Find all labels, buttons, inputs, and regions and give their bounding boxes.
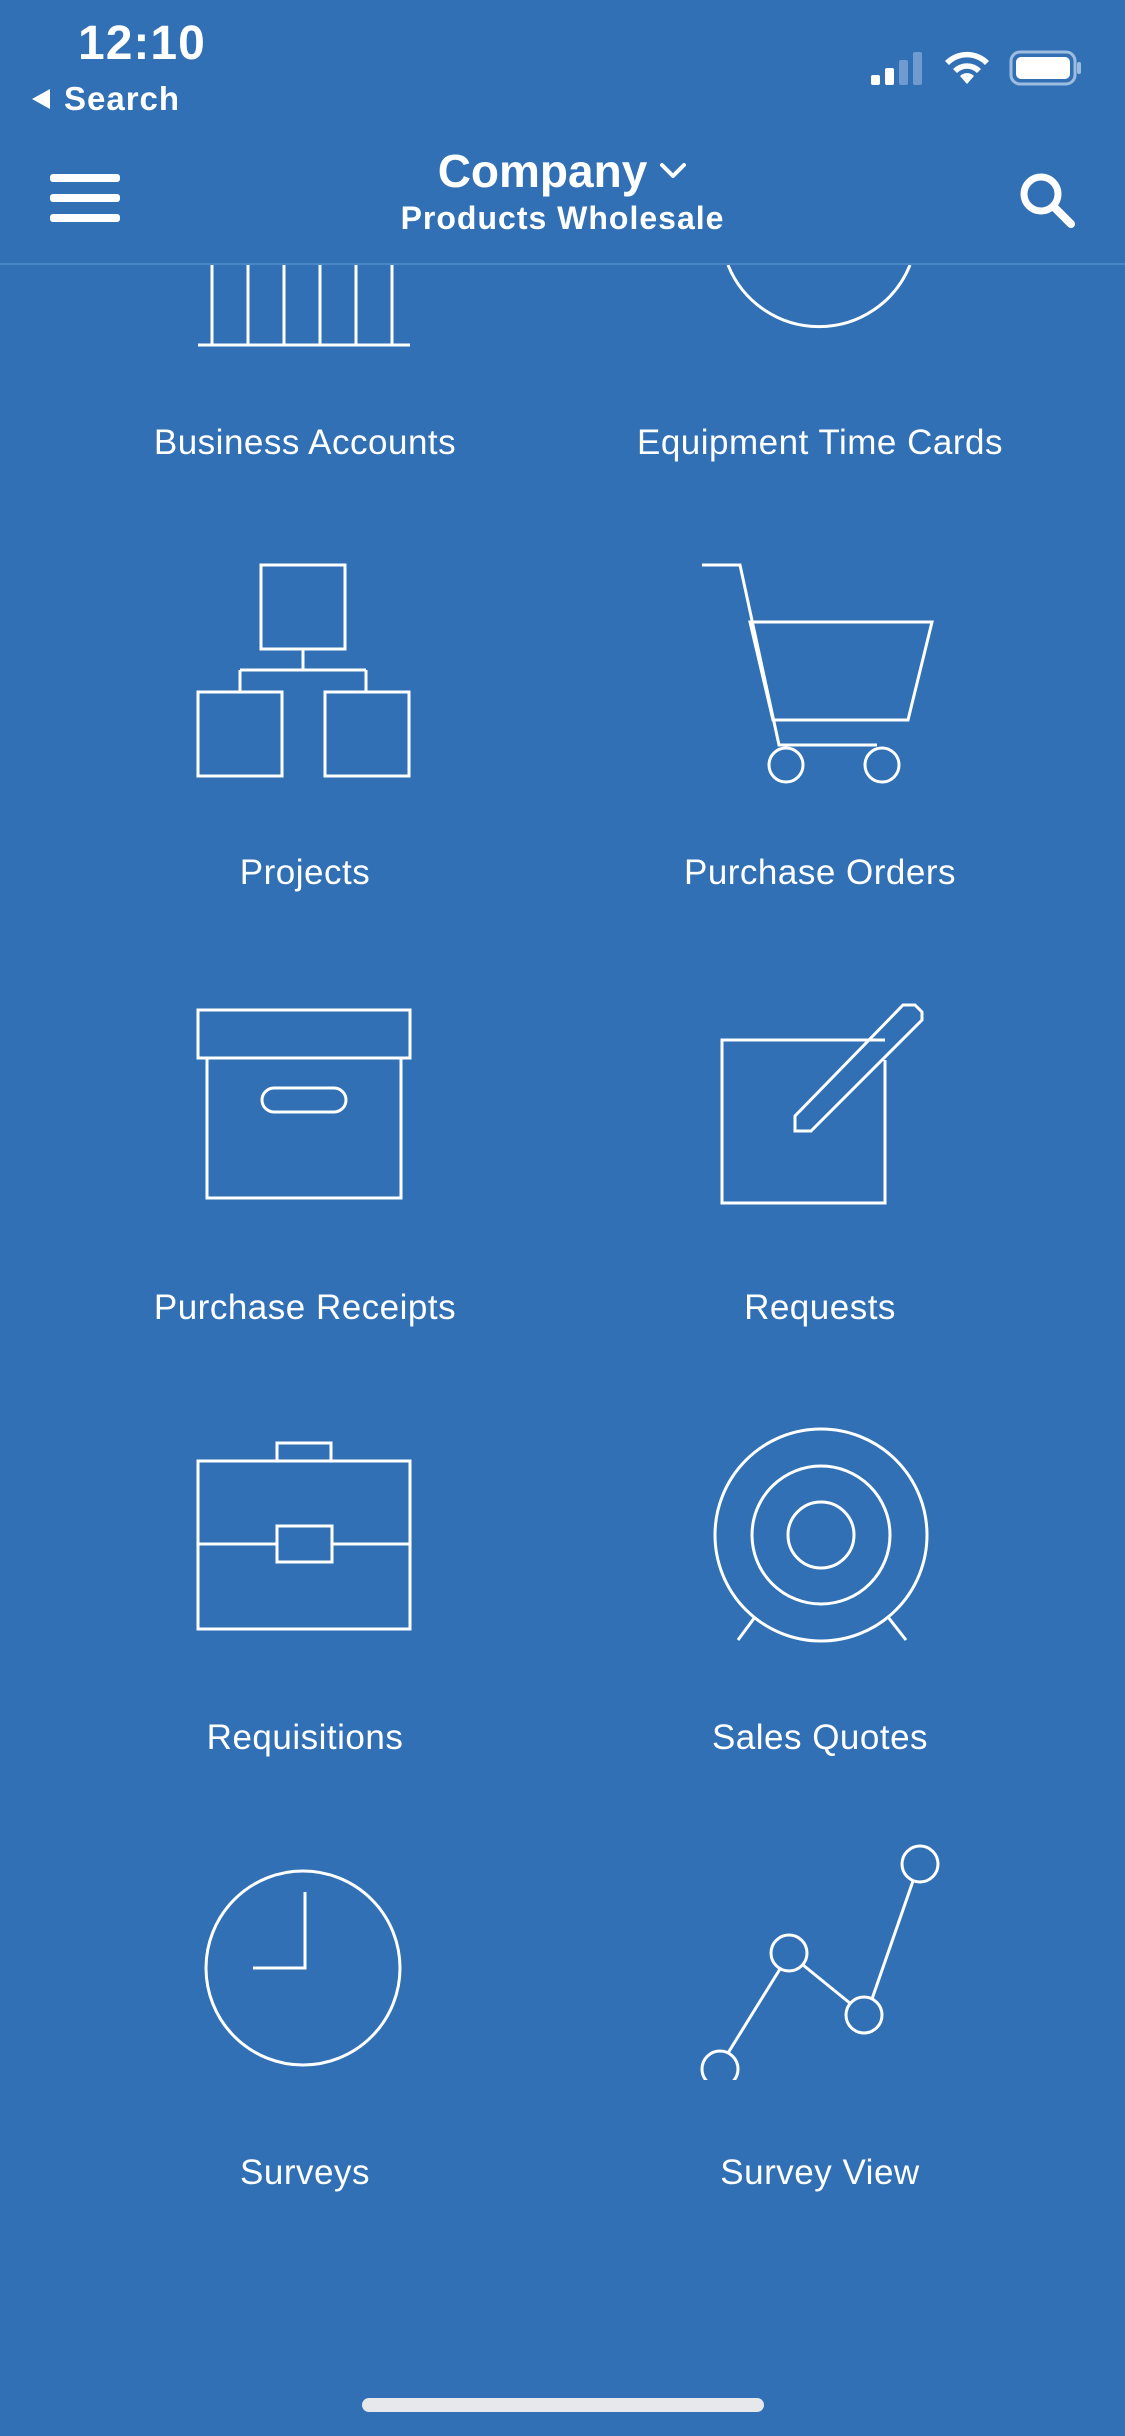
tile-label: Sales Quotes bbox=[711, 1718, 929, 1757]
tile-label: Requisitions bbox=[206, 1718, 404, 1757]
company-selector[interactable]: Company Products Wholesale bbox=[0, 144, 1125, 237]
tile-label: Projects bbox=[239, 853, 371, 892]
search-icon[interactable] bbox=[1017, 170, 1077, 230]
edit-square-icon bbox=[720, 1003, 924, 1205]
back-search-label: Search bbox=[64, 80, 181, 117]
tile-label: Purchase Orders bbox=[683, 853, 957, 892]
tile-label: Purchase Receipts bbox=[153, 1288, 457, 1327]
cellular-signal-icon bbox=[871, 52, 922, 85]
tile-label: Requests bbox=[744, 1288, 896, 1327]
tile-equipment-time-cards-visible[interactable]: Equipment Time Cards bbox=[570, 265, 1070, 485]
tile-purchase-receipts[interactable]: Purchase Receipts bbox=[55, 1005, 555, 1345]
wifi-icon bbox=[945, 51, 989, 84]
company-title: Company bbox=[437, 145, 648, 197]
target-icon bbox=[713, 1427, 929, 1643]
status-bar: 12:10 Search bbox=[0, 0, 1125, 130]
battery-icon bbox=[1009, 50, 1081, 86]
tile-projects-full[interactable]: Projects bbox=[55, 560, 555, 900]
tile-label: Equipment Time Cards bbox=[637, 423, 1003, 462]
home-indicator[interactable] bbox=[362, 2398, 764, 2412]
tile-business-accounts-visible[interactable]: Business Accounts bbox=[55, 265, 555, 485]
tile-label: Survey View bbox=[720, 2153, 920, 2192]
shopping-cart-icon bbox=[702, 563, 934, 784]
line-chart-icon bbox=[700, 1844, 940, 2080]
status-icons bbox=[869, 50, 1083, 86]
tile-surveys[interactable]: Surveys bbox=[55, 1865, 555, 2210]
tile-survey-view[interactable]: Survey View bbox=[570, 1840, 1070, 2210]
tile-requests[interactable]: Requests bbox=[570, 1000, 1070, 1345]
back-arrow-icon bbox=[32, 89, 50, 109]
hierarchy-icon bbox=[196, 563, 411, 778]
back-to-search-button[interactable]: Search bbox=[30, 80, 180, 118]
company-subtitle: Products Wholesale bbox=[400, 200, 725, 236]
tile-purchase-orders[interactable]: Purchase Orders bbox=[570, 560, 1070, 900]
nav-header: Company Products Wholesale bbox=[0, 130, 1125, 265]
status-time: 12:10 bbox=[78, 17, 206, 70]
clock-icon bbox=[204, 1869, 402, 2067]
tile-requisitions[interactable]: Requisitions bbox=[55, 1440, 555, 1780]
chevron-down-icon bbox=[660, 163, 687, 178]
building-icon bbox=[198, 265, 410, 347]
tile-sales-quotes[interactable]: Sales Quotes bbox=[570, 1425, 1070, 1780]
briefcase-icon bbox=[196, 1441, 412, 1631]
archive-box-icon bbox=[196, 1008, 412, 1200]
company-title-row[interactable]: Company bbox=[438, 144, 688, 198]
tile-label: Surveys bbox=[240, 2153, 370, 2192]
clock-icon bbox=[726, 265, 912, 329]
tile-label: Business Accounts bbox=[153, 423, 457, 462]
